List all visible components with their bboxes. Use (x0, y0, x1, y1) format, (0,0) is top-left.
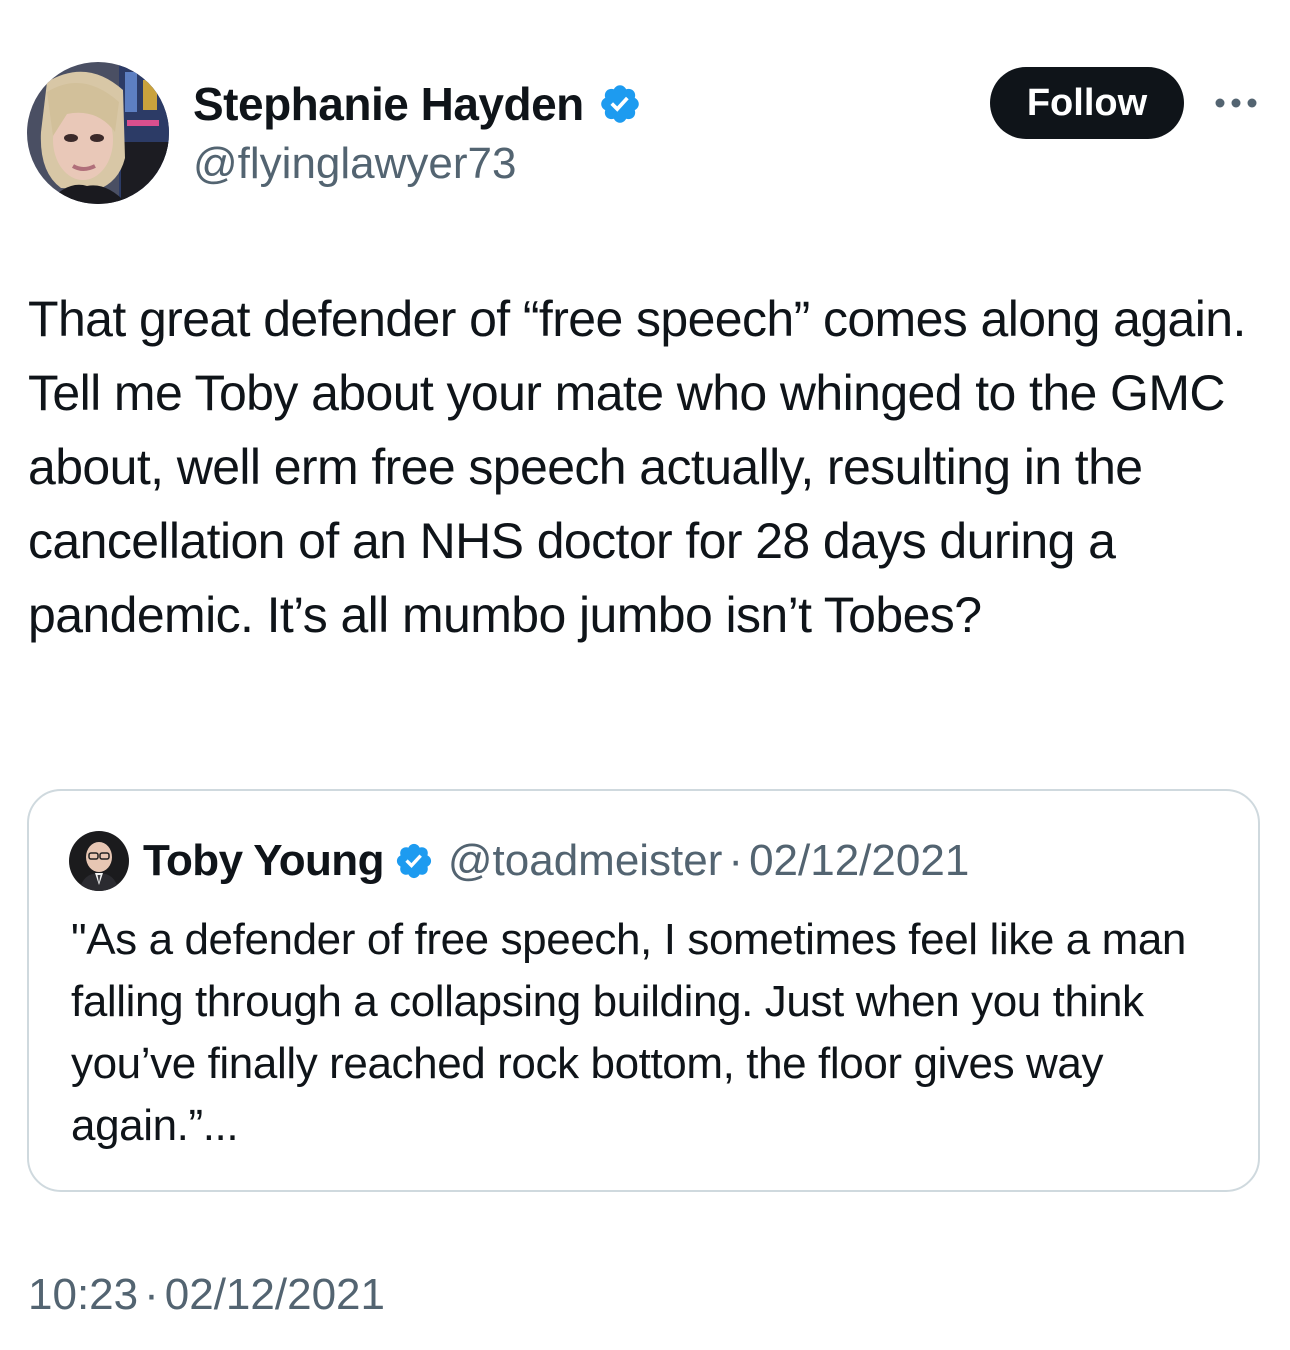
quoted-author-handle[interactable]: @toadmeister (448, 836, 723, 886)
avatar-image (27, 62, 169, 204)
timestamp-date[interactable]: 02/12/2021 (165, 1270, 385, 1319)
quoted-tweet-card[interactable]: Toby Young @toadmeister · 02/12/2021 "As… (27, 789, 1260, 1192)
quoted-avatar-image (69, 831, 129, 891)
author-handle[interactable]: @flyinglawyer73 (193, 137, 516, 191)
quoted-author-avatar[interactable] (69, 831, 129, 891)
timestamp-time[interactable]: 10:23 (28, 1270, 138, 1319)
timestamp-separator: · (144, 1270, 159, 1319)
quoted-date[interactable]: 02/12/2021 (749, 836, 969, 886)
more-horizontal-icon[interactable] (1213, 94, 1259, 112)
author-avatar[interactable] (27, 62, 169, 204)
author-name-text[interactable]: Stephanie Hayden (193, 76, 584, 132)
author-name[interactable]: Stephanie Hayden (193, 76, 642, 132)
quoted-separator: · (728, 836, 744, 885)
tweet-text: That great defender of “free speech” com… (28, 291, 1246, 643)
quoted-tweet-header: Toby Young @toadmeister · 02/12/2021 (143, 833, 969, 889)
quoted-tweet-text: "As a defender of free speech, I sometim… (71, 915, 1186, 1150)
follow-button[interactable]: Follow (990, 67, 1184, 139)
verified-badge-icon (598, 82, 642, 126)
verified-badge-icon (394, 841, 434, 881)
quoted-author-name[interactable]: Toby Young (143, 836, 384, 886)
tweet-timestamp[interactable]: 10:23 · 02/12/2021 (28, 1268, 385, 1322)
